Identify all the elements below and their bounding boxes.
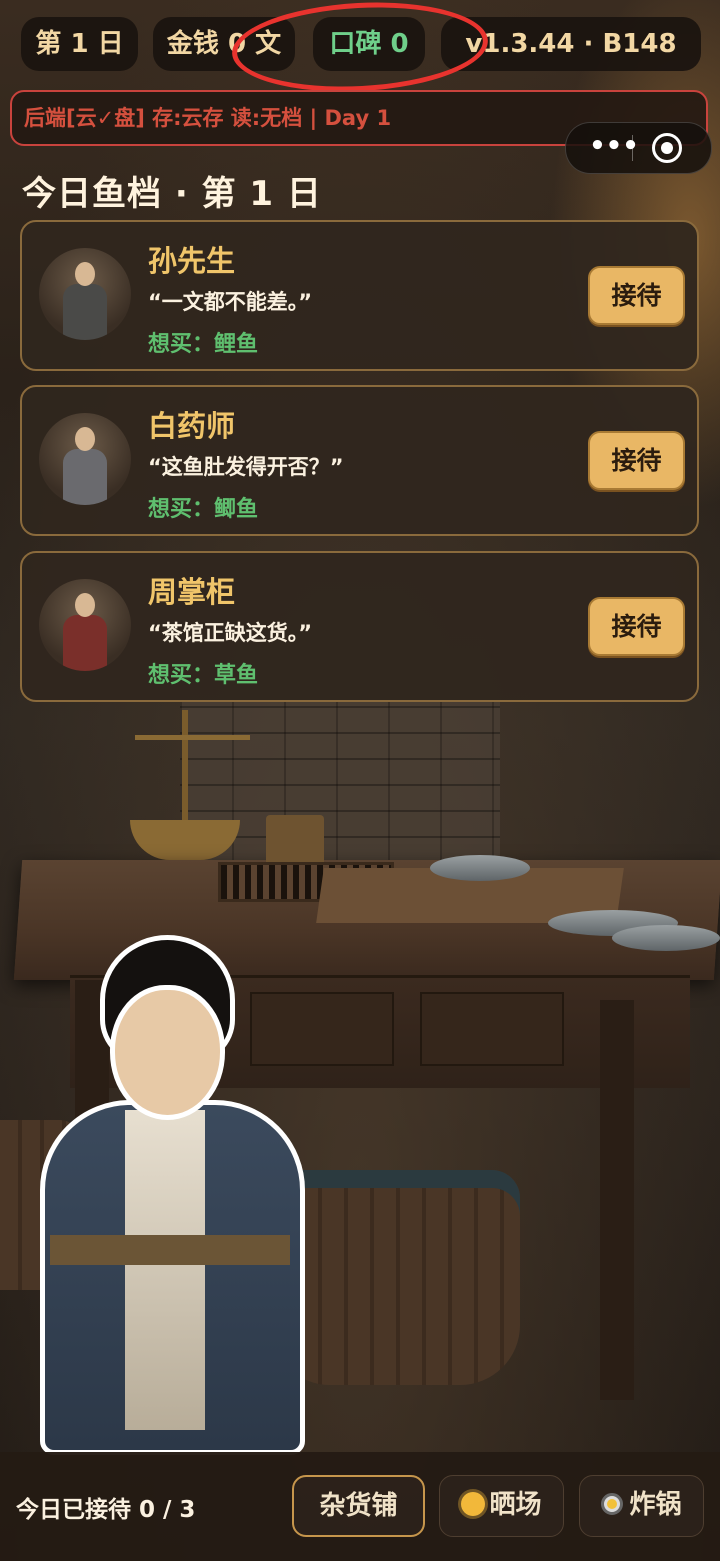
table-leg: [600, 1000, 634, 1400]
capsule-divider: [632, 135, 633, 161]
character-belt: [50, 1235, 290, 1265]
avatar-figure: [63, 284, 107, 340]
day-label: 第 1 日: [35, 29, 124, 59]
customer-avatar: [39, 248, 131, 340]
customer-card: 孙先生 “一文都不能差。” 想买：鲤鱼 接待: [20, 220, 699, 371]
customer-avatar: [39, 413, 131, 505]
avatar-head: [75, 262, 95, 286]
drying-yard-label: 晒场: [489, 1490, 542, 1520]
grocery-shop-button[interactable]: 杂货铺: [292, 1475, 425, 1537]
customer-quote: “这鱼肚发得开否？”: [148, 455, 344, 479]
close-target-icon[interactable]: [652, 133, 682, 163]
served-count: 今日已接待 0 / 3: [16, 1497, 196, 1523]
avatar-head: [75, 427, 95, 451]
bottom-bar: 今日已接待 0 / 3 杂货铺 晒场 炸锅: [0, 1452, 720, 1561]
customer-quote: “一文都不能差。”: [148, 290, 313, 314]
fish-on-board: [430, 855, 530, 881]
customer-name: 白药师: [148, 409, 236, 443]
customer-want: 想买：鲤鱼: [148, 332, 259, 357]
customer-card: 白药师 “这鱼肚发得开否？” 想买：鲫鱼 接待: [20, 385, 699, 536]
avatar-figure: [63, 615, 107, 671]
mini-program-capsule: •••: [565, 122, 712, 174]
avatar-head: [75, 593, 95, 617]
customer-name: 孙先生: [148, 244, 236, 278]
drying-yard-button[interactable]: 晒场: [439, 1475, 564, 1537]
sun-icon: [461, 1492, 486, 1516]
serve-button[interactable]: 接待: [588, 266, 685, 325]
character-inner-robe: [125, 1110, 205, 1430]
grocery-shop-label: 杂货铺: [319, 1491, 398, 1521]
character-face: [110, 985, 225, 1120]
customer-name: 周掌柜: [148, 575, 236, 609]
section-title: 今日鱼档 · 第 1 日: [22, 174, 322, 214]
scale-beam: [135, 735, 250, 740]
scale-post: [182, 710, 188, 830]
day-indicator: 第 1 日: [21, 17, 138, 71]
fryer-button[interactable]: 炸锅: [579, 1475, 704, 1537]
frying-pan-icon: [601, 1493, 624, 1515]
serve-button[interactable]: 接待: [588, 431, 685, 490]
customer-want: 想买：草鱼: [148, 663, 259, 688]
version-label: v1.3.44 · B148: [465, 29, 677, 59]
serve-button[interactable]: 接待: [588, 597, 685, 656]
backend-status-text: 后端[云✓盘] 存:云存 读:无档 | Day 1: [24, 106, 392, 130]
more-icon[interactable]: •••: [584, 131, 644, 161]
customer-want: 想买：鲫鱼: [148, 497, 259, 522]
table-drawer: [420, 992, 564, 1066]
fish-on-table: [612, 925, 720, 951]
fishmonger-character: [30, 935, 305, 1455]
customer-avatar: [39, 579, 131, 671]
customer-quote: “茶馆正缺这货。”: [148, 621, 313, 645]
wooden-tub: [270, 1170, 520, 1385]
avatar-figure: [63, 449, 107, 505]
customer-card: 周掌柜 “茶馆正缺这货。” 想买：草鱼 接待: [20, 551, 699, 702]
fryer-label: 炸锅: [629, 1490, 682, 1520]
